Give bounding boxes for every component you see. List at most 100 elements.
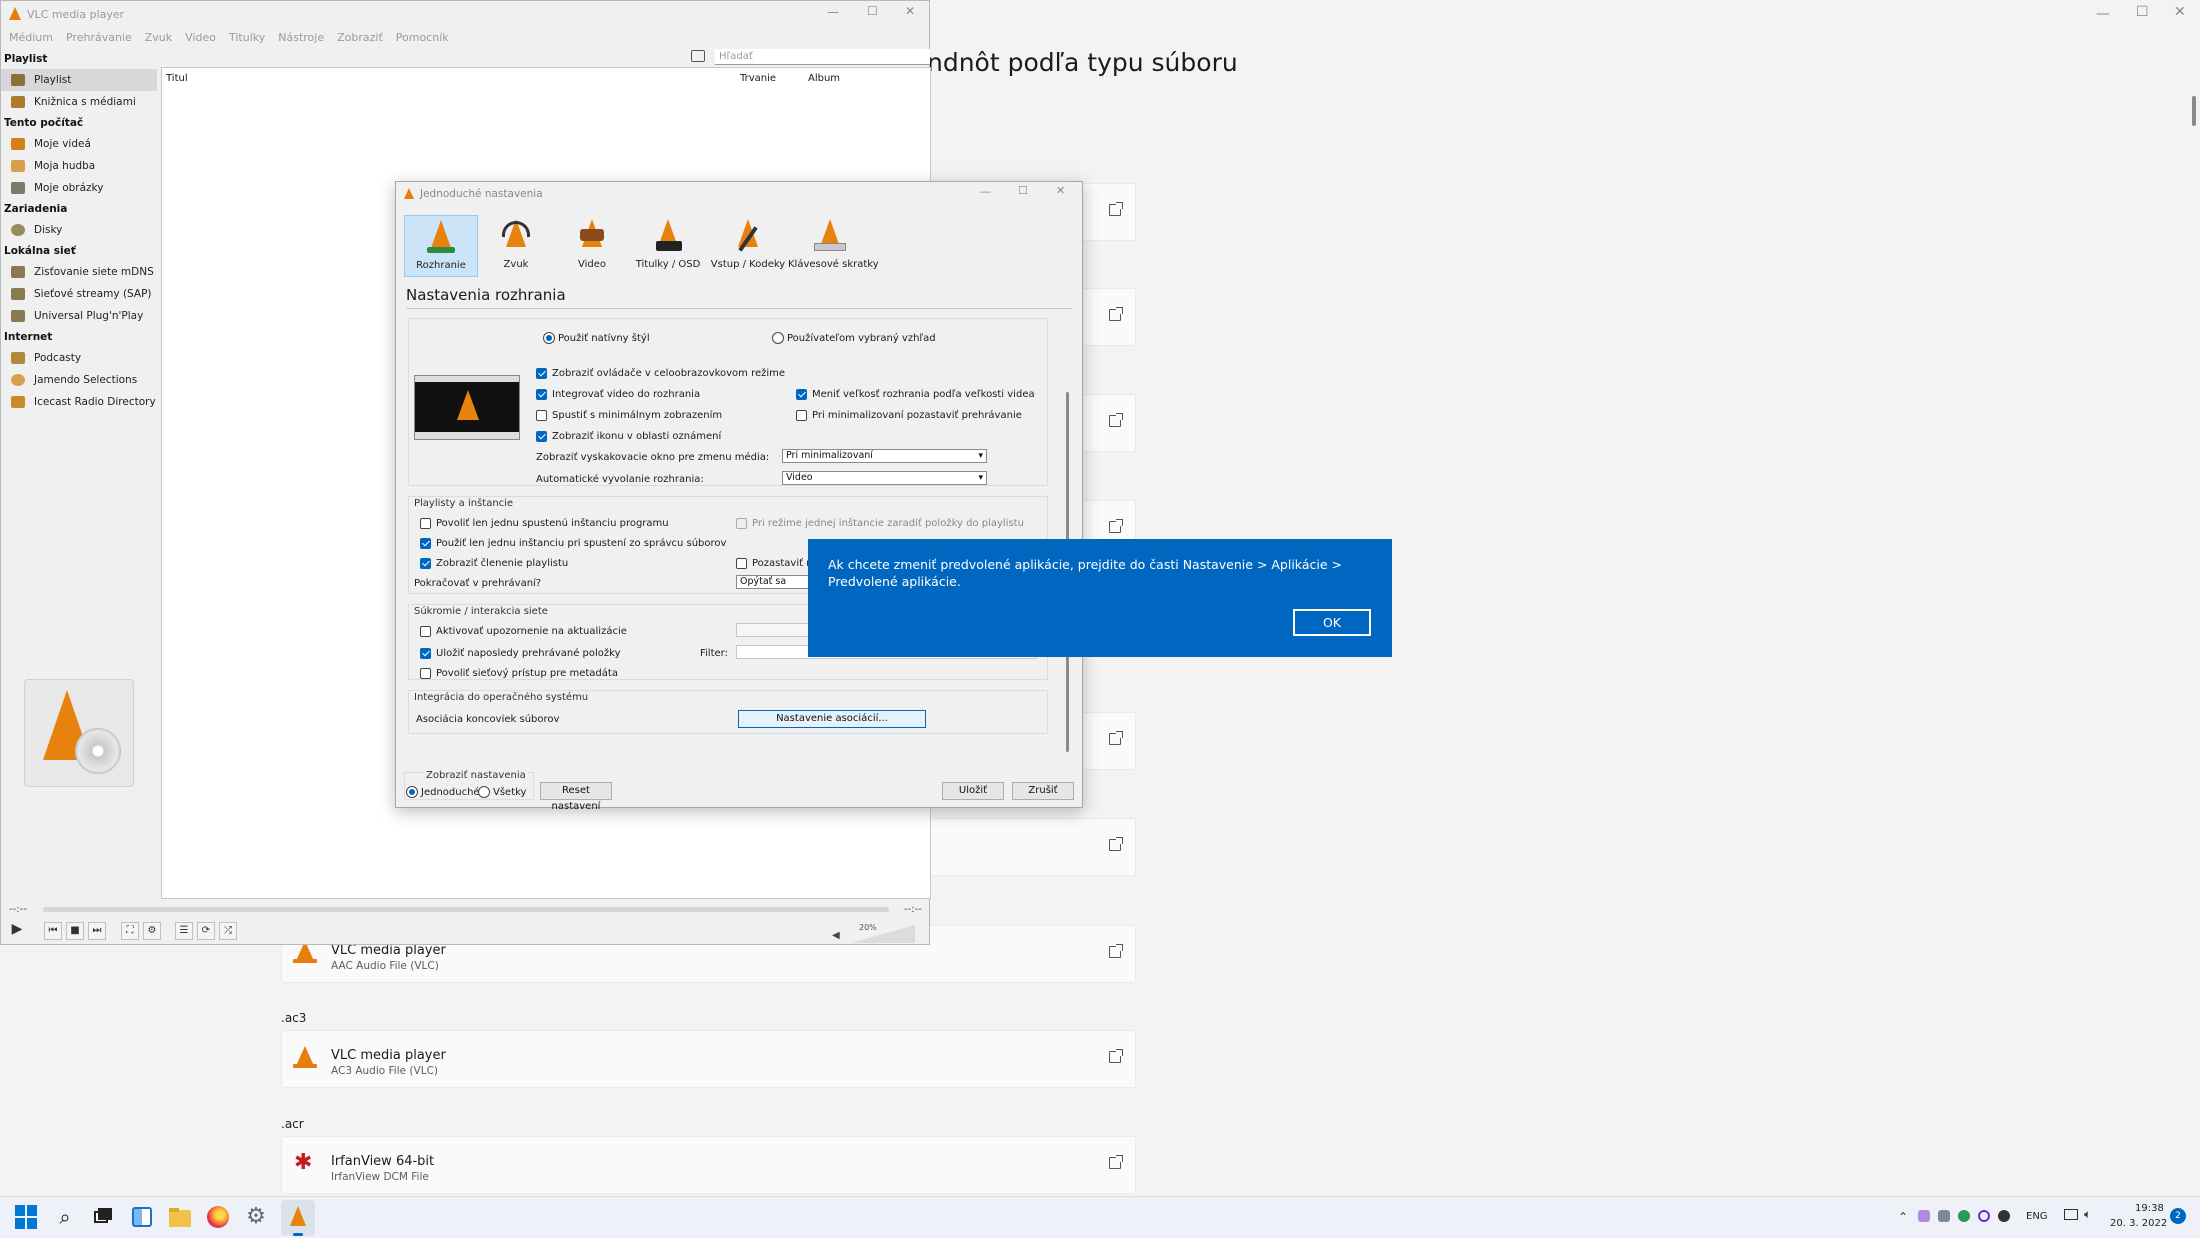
maximize-icon[interactable]: ☐ — [867, 4, 878, 18]
close-icon[interactable]: ✕ — [905, 4, 915, 18]
popup-select[interactable]: Pri minimalizovaní — [782, 449, 987, 463]
menu-subtitle[interactable]: Titulky — [229, 31, 265, 44]
settings-gear-icon[interactable]: ⚙ — [244, 1205, 268, 1229]
one-instance-fm-checkbox[interactable] — [420, 538, 431, 549]
menu-media[interactable]: Médium — [9, 31, 53, 44]
sidebar-item-music[interactable]: Moja hudba — [1, 155, 157, 177]
sidebar-item-jamendo[interactable]: Jamendo Selections — [1, 369, 157, 391]
tab-subtitles[interactable]: Titulky / OSD — [632, 215, 704, 275]
close-icon[interactable]: ✕ — [1056, 184, 1065, 197]
tab-hotkeys[interactable]: Klávesové skratky — [788, 215, 879, 275]
save-button[interactable]: Uložiť — [942, 782, 1004, 800]
tray-app-icon[interactable] — [1958, 1210, 1970, 1222]
network-icon[interactable] — [2064, 1209, 2078, 1220]
tray-app-icon[interactable] — [1978, 1210, 1990, 1222]
cancel-button[interactable]: Zrušiť — [1012, 782, 1074, 800]
speaker-icon[interactable]: ◀ — [832, 930, 840, 941]
one-instance-checkbox[interactable] — [420, 518, 431, 529]
fullscreen-button[interactable]: ⛶ — [121, 922, 139, 940]
tab-interface[interactable]: Rozhranie — [404, 215, 478, 277]
minimize-icon[interactable]: — — [827, 5, 839, 19]
column-duration[interactable]: Trvanie — [740, 73, 776, 84]
sidebar-item-upnp[interactable]: Universal Plug'n'Play — [1, 305, 157, 327]
column-album[interactable]: Album — [808, 73, 840, 84]
recent-items-checkbox[interactable] — [420, 648, 431, 659]
search-input[interactable]: Hľadať — [715, 49, 930, 65]
loop-button[interactable]: ⟳ — [197, 922, 215, 940]
maximize-icon[interactable]: ☐ — [1018, 184, 1028, 197]
playlist-toggle-button[interactable]: ☰ — [175, 922, 193, 940]
ok-button[interactable]: OK — [1293, 609, 1371, 636]
scrollbar[interactable] — [2192, 96, 2196, 126]
search-icon[interactable]: ⌕ — [53, 1205, 77, 1229]
auto-raise-select[interactable]: Video — [782, 471, 987, 485]
updates-checkbox[interactable] — [420, 626, 431, 637]
custom-skin-radio[interactable] — [772, 332, 784, 344]
menu-help[interactable]: Pomocník — [396, 31, 449, 44]
firefox-icon[interactable] — [206, 1205, 230, 1229]
shuffle-button[interactable]: ⤮ — [219, 922, 237, 940]
clock-time[interactable]: 19:38 — [2135, 1203, 2164, 1214]
tab-audio[interactable]: Zvuk — [480, 215, 552, 275]
metadata-checkbox[interactable] — [420, 668, 431, 679]
tray-app-icon[interactable] — [1938, 1210, 1950, 1222]
playlist-tree-checkbox[interactable] — [420, 558, 431, 569]
task-view-icon[interactable] — [90, 1205, 114, 1229]
menu-video[interactable]: Video — [185, 31, 216, 44]
minimize-icon[interactable]: — — [2096, 6, 2110, 22]
column-title[interactable]: Titul — [166, 73, 188, 84]
sidebar-item-mdns[interactable]: Zisťovanie siete mDNS — [1, 261, 157, 283]
simple-radio[interactable] — [406, 786, 418, 798]
tab-input-codecs[interactable]: Vstup / Kodeky — [708, 215, 788, 275]
clock-date[interactable]: 20. 3. 2022 — [2110, 1218, 2167, 1229]
list-item-ac3[interactable]: VLC media player AC3 Audio File (VLC) — [281, 1030, 1136, 1088]
sidebar-item-icecast[interactable]: Icecast Radio Directory — [1, 391, 157, 413]
extended-settings-button[interactable]: ⚙ — [143, 922, 161, 940]
minimize-icon[interactable]: — — [980, 185, 991, 198]
pause-minimized-checkbox[interactable] — [796, 410, 807, 421]
sidebar-item-sap[interactable]: Sieťové streamy (SAP) — [1, 283, 157, 305]
all-radio[interactable] — [478, 786, 490, 798]
menu-view[interactable]: Zobraziť — [337, 31, 383, 44]
menu-audio[interactable]: Zvuk — [145, 31, 172, 44]
file-assoc-button[interactable]: Nastavenie asociácií... — [738, 710, 926, 728]
volume-slider[interactable]: 20% — [851, 923, 915, 945]
windows-start-icon[interactable] — [15, 1205, 39, 1229]
native-style-radio[interactable] — [543, 332, 555, 344]
seek-bar[interactable] — [43, 907, 889, 912]
notification-badge[interactable]: 2 — [2170, 1208, 2186, 1224]
playlist-view-icon[interactable] — [691, 50, 705, 62]
sidebar-item-videos[interactable]: Moje videá — [1, 133, 157, 155]
menu-tools[interactable]: Nástroje — [278, 31, 324, 44]
sidebar-item-playlist[interactable]: Playlist — [1, 69, 157, 91]
sidebar-item-library[interactable]: Knižnica s médiami — [1, 91, 157, 113]
language-indicator[interactable]: ENG — [2026, 1211, 2048, 1222]
list-item-acr[interactable]: ✱ IrfanView 64-bit IrfanView DCM File — [281, 1136, 1136, 1194]
vlc-taskbar-icon[interactable] — [281, 1200, 315, 1236]
enqueue-checkbox[interactable] — [736, 518, 747, 529]
sidebar-item-pictures[interactable]: Moje obrázky — [1, 177, 157, 199]
play-button[interactable]: ▶ — [8, 921, 26, 939]
tray-app-icon[interactable] — [1998, 1210, 2010, 1222]
tab-video[interactable]: Video — [556, 215, 628, 275]
file-explorer-icon[interactable] — [168, 1205, 192, 1229]
maximize-icon[interactable]: ☐ — [2136, 4, 2149, 20]
reset-button[interactable]: Reset nastavení — [540, 782, 612, 812]
previous-button[interactable]: ⏮ — [44, 922, 62, 940]
menu-playback[interactable]: Prehrávanie — [66, 31, 132, 44]
chevron-up-icon[interactable]: ⌃ — [1898, 1210, 1908, 1224]
stop-button[interactable]: ■ — [66, 922, 84, 940]
systray-icon-checkbox[interactable] — [536, 431, 547, 442]
pause-on-checkbox[interactable] — [736, 558, 747, 569]
fullscreen-controls-checkbox[interactable] — [536, 368, 547, 379]
integrate-video-checkbox[interactable] — [536, 389, 547, 400]
next-button[interactable]: ⏭ — [88, 922, 106, 940]
close-icon[interactable]: ✕ — [2174, 4, 2186, 20]
tray-app-icon[interactable] — [1918, 1210, 1930, 1222]
minimal-view-checkbox[interactable] — [536, 410, 547, 421]
volume-icon[interactable]: 🔈︎ — [2084, 1207, 2091, 1222]
sidebar-item-podcasts[interactable]: Podcasty — [1, 347, 157, 369]
sidebar-item-disks[interactable]: Disky — [1, 219, 157, 241]
resize-interface-checkbox[interactable] — [796, 389, 807, 400]
widgets-icon[interactable] — [130, 1205, 154, 1229]
